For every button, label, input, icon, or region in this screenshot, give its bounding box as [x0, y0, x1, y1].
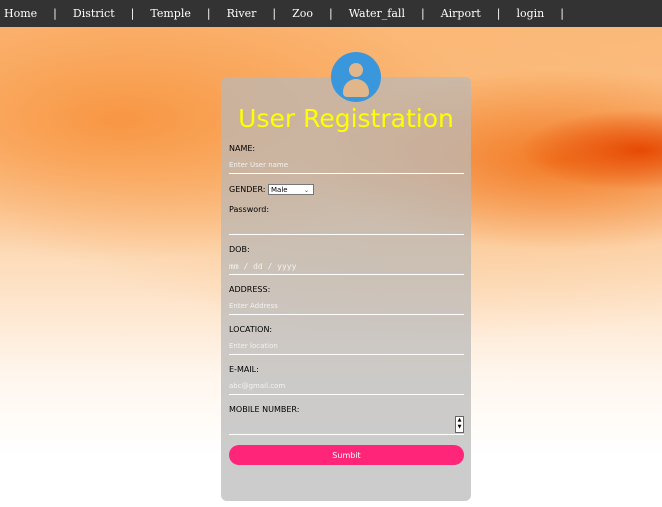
nav-link-district[interactable]: District [73, 7, 115, 20]
avatar-body [343, 79, 369, 97]
nav-link-home[interactable]: Home [4, 7, 37, 20]
nav-separator: | [272, 7, 277, 20]
top-navbar: Home | District | Temple | River | Zoo |… [0, 0, 662, 27]
nav-link-zoo[interactable]: Zoo [292, 7, 313, 20]
gender-label: GENDER: [229, 185, 266, 194]
nav-link-airport[interactable]: Airport [441, 7, 481, 20]
nav-item-river: River | [227, 7, 293, 20]
gender-select[interactable]: Male ⌄ [268, 184, 314, 195]
email-label: E-MAIL: [229, 365, 259, 374]
nav-item-district: District | [73, 7, 150, 20]
nav-separator: | [328, 7, 333, 20]
nav-item-waterfall: Water_fall | [349, 7, 441, 20]
nav-link-waterfall[interactable]: Water_fall [349, 7, 405, 20]
location-label: LOCATION: [229, 325, 273, 334]
stepper-up-icon[interactable]: ▲ [456, 417, 463, 424]
chevron-down-icon: ⌄ [303, 187, 309, 194]
nav-separator: | [206, 7, 211, 20]
user-icon [331, 52, 381, 102]
nav-item-login: login | [516, 7, 580, 20]
address-label: ADDRESS: [229, 285, 271, 294]
nav-separator: | [130, 7, 135, 20]
nav-item-zoo: Zoo | [292, 7, 349, 20]
mobile-label: MOBILE NUMBER: [229, 405, 300, 414]
address-field[interactable] [229, 298, 464, 315]
name-label: NAME: [229, 144, 256, 153]
stepper-down-icon[interactable]: ▼ [456, 424, 463, 431]
email-field[interactable] [229, 378, 464, 395]
nav-item-temple: Temple | [150, 7, 226, 20]
nav-separator: | [560, 7, 564, 20]
dob-label: DOB: [229, 245, 250, 254]
number-stepper[interactable]: ▲ ▼ [455, 416, 464, 433]
location-field[interactable] [229, 338, 464, 355]
page-title: User Registration [238, 104, 454, 133]
submit-button[interactable]: Sumbit [229, 445, 464, 465]
nav-separator: | [496, 7, 501, 20]
name-field[interactable] [229, 157, 464, 174]
mobile-number-field[interactable] [229, 418, 464, 435]
password-field[interactable] [229, 218, 464, 235]
avatar-head [349, 63, 363, 77]
nav-item-airport: Airport | [441, 7, 517, 20]
nav-item-home: Home | [4, 7, 73, 20]
nav-link-river[interactable]: River [227, 7, 257, 20]
nav-link-temple[interactable]: Temple [150, 7, 191, 20]
nav-link-login[interactable]: login [516, 7, 544, 20]
password-label: Password: [229, 205, 270, 214]
gender-selected-value: Male [271, 186, 288, 194]
nav-separator: | [53, 7, 57, 20]
nav-separator: | [420, 7, 425, 20]
dob-field[interactable] [229, 258, 464, 275]
